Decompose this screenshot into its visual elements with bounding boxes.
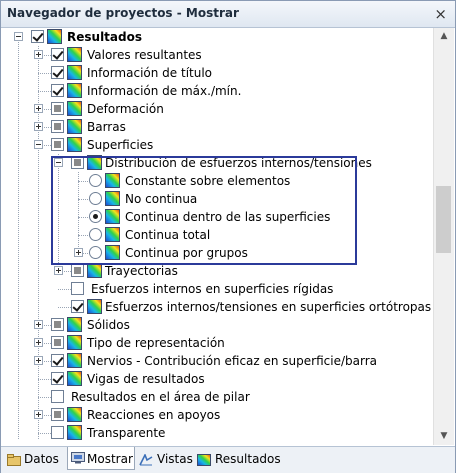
checkbox[interactable]: [31, 30, 44, 43]
checkbox[interactable]: [51, 120, 64, 133]
checkbox[interactable]: [51, 102, 64, 115]
results-tree: Resultados Valores resultantes Informaci…: [1, 28, 433, 445]
title-bar: Navegador de proyectos - Mostrar ×: [1, 1, 455, 28]
expand-icon[interactable]: [34, 50, 43, 59]
results-tab-icon: [197, 454, 211, 466]
window-title: Navegador de proyectos - Mostrar: [7, 6, 239, 20]
expand-icon[interactable]: [54, 266, 63, 275]
results-color-icon: [67, 425, 82, 440]
tree-label: Deformación: [87, 102, 164, 116]
results-color-icon: [67, 353, 82, 368]
tree-node-area-pilar[interactable]: Resultados en el área de pilar: [1, 388, 433, 406]
display-icon: [71, 452, 85, 464]
tab-label: Datos: [24, 452, 59, 466]
folder-icon: [7, 454, 21, 466]
close-icon[interactable]: ×: [434, 5, 447, 23]
tab-mostrar[interactable]: Mostrar: [67, 447, 135, 470]
tab-label: Mostrar: [87, 452, 133, 466]
tree-node-informacion-max-min[interactable]: Información de máx./mín.: [1, 82, 433, 100]
results-color-icon: [87, 299, 102, 314]
tree-label: Trayectorias: [105, 264, 178, 278]
tree-node-valores-resultantes[interactable]: Valores resultantes: [1, 46, 433, 64]
views-icon: [139, 454, 153, 466]
navigator-tabs: Datos Mostrar Vistas Resultados: [1, 446, 455, 473]
results-color-icon: [67, 407, 82, 422]
tree-node-deformacion[interactable]: Deformación: [1, 100, 433, 118]
tab-label: Vistas: [157, 452, 193, 466]
expand-icon[interactable]: [34, 122, 43, 131]
vertical-scrollbar[interactable]: ▲ ▼: [433, 28, 454, 445]
tree-node-esfuerzos-ortotropas[interactable]: Esfuerzos internos/tensiones en superfic…: [1, 298, 433, 316]
checkbox[interactable]: [51, 138, 64, 151]
checkbox[interactable]: [51, 354, 64, 367]
project-navigator-window: Navegador de proyectos - Mostrar × Resul…: [0, 0, 456, 473]
tree-label: Reacciones en apoyos: [87, 408, 221, 422]
tree-label: Barras: [87, 120, 126, 134]
tree-node-superficies[interactable]: Superficies: [1, 136, 433, 154]
checkbox[interactable]: [71, 282, 84, 295]
checkbox[interactable]: [51, 318, 64, 331]
checkbox[interactable]: [51, 336, 64, 349]
tree-label: Tipo de representación: [87, 336, 225, 350]
expand-icon[interactable]: [34, 338, 43, 347]
scroll-up-icon[interactable]: ▲: [434, 28, 454, 45]
results-color-icon: [67, 371, 82, 386]
tree-node-nervios[interactable]: Nervios - Contribución eficaz en superfi…: [1, 352, 433, 370]
expand-icon[interactable]: [34, 356, 43, 365]
results-color-icon: [67, 83, 82, 98]
checkbox[interactable]: [51, 390, 64, 403]
tree-node-tipo-representacion[interactable]: Tipo de representación: [1, 334, 433, 352]
tree-label: Superficies: [87, 138, 154, 152]
tree-label: Vigas de resultados: [87, 372, 205, 386]
checkbox[interactable]: [51, 84, 64, 97]
results-color-icon: [67, 137, 82, 152]
results-color-icon: [67, 317, 82, 332]
tree-node-reacciones-apoyos[interactable]: Reacciones en apoyos: [1, 406, 433, 424]
results-color-icon: [67, 101, 82, 116]
results-color-icon: [47, 29, 62, 44]
tree-label: Esfuerzos internos en superficies rígida…: [91, 282, 334, 296]
tree-node-informacion-titulo[interactable]: Información de título: [1, 64, 433, 82]
scroll-down-icon[interactable]: ▼: [434, 428, 454, 445]
tree-label: Transparente: [87, 426, 166, 440]
highlight-frame: [51, 156, 357, 265]
tree-label: Sólidos: [87, 318, 130, 332]
results-color-icon: [67, 65, 82, 80]
tree-label: Nervios - Contribución eficaz en superfi…: [87, 354, 377, 368]
results-color-icon: [67, 119, 82, 134]
results-color-icon: [87, 263, 102, 278]
checkbox[interactable]: [51, 66, 64, 79]
tree-node-esfuerzos-rigidas[interactable]: Esfuerzos internos en superficies rígida…: [1, 280, 433, 298]
collapse-icon[interactable]: [14, 32, 23, 41]
scrollbar-thumb[interactable]: [436, 186, 451, 253]
tree-node-solidos[interactable]: Sólidos: [1, 316, 433, 334]
tree-label: Información de título: [87, 66, 213, 80]
collapse-icon[interactable]: [34, 140, 43, 149]
checkbox[interactable]: [71, 264, 84, 277]
tree-node-transparente[interactable]: Transparente: [1, 424, 433, 442]
expand-icon[interactable]: [34, 104, 43, 113]
tab-label: Resultados: [215, 452, 281, 466]
results-color-icon: [67, 335, 82, 350]
tree-label: Resultados: [67, 30, 142, 44]
checkbox[interactable]: [51, 408, 64, 421]
tree-node-resultados[interactable]: Resultados: [1, 28, 433, 46]
tree-label: Valores resultantes: [87, 48, 202, 62]
tree-node-vigas-resultados[interactable]: Vigas de resultados: [1, 370, 433, 388]
tree-label: Información de máx./mín.: [87, 84, 242, 98]
checkbox[interactable]: [71, 300, 84, 313]
tree-label: Esfuerzos internos/tensiones en superfic…: [105, 300, 432, 314]
tree-label: Resultados en el área de pilar: [71, 390, 250, 404]
expand-icon[interactable]: [34, 320, 43, 329]
checkbox[interactable]: [51, 372, 64, 385]
checkbox[interactable]: [51, 48, 64, 61]
results-color-icon: [67, 47, 82, 62]
tree-node-barras[interactable]: Barras: [1, 118, 433, 136]
expand-icon[interactable]: [34, 410, 43, 419]
checkbox[interactable]: [51, 426, 64, 439]
